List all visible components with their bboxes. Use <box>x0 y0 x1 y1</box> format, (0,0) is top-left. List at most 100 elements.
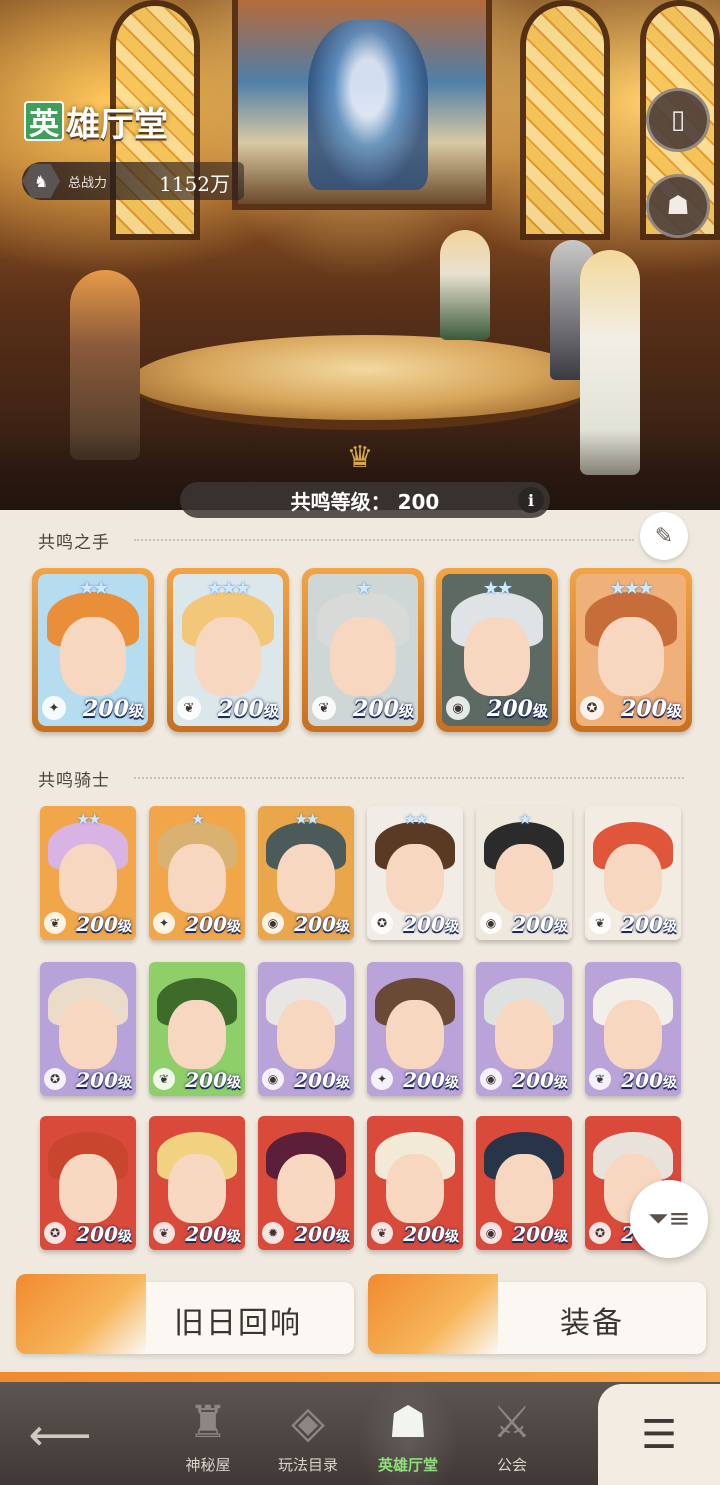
hero-card[interactable]: ★★ ◉ 200级 <box>436 568 558 732</box>
knight-card[interactable]: ◉ 200级 <box>476 1116 572 1250</box>
knight-card[interactable]: ★★ ❦ 200级 <box>40 806 136 940</box>
hero-face <box>495 843 553 914</box>
nav-item-gameplay-catalog[interactable]: ◈ 玩法目录 <box>258 1380 358 1485</box>
crossed-swords-icon: ⚔ <box>492 1396 532 1448</box>
class-icon: ◉ <box>262 1068 284 1090</box>
power-label: 总战力 <box>68 176 108 191</box>
back-button[interactable]: ⟵ <box>20 1402 100 1468</box>
hero-level: 200级 <box>294 912 350 936</box>
hero-level: 200级 <box>512 1068 568 1092</box>
hero-figure-bunny[interactable] <box>440 230 490 340</box>
knight-card[interactable]: ★ ◉ 200级 <box>476 806 572 940</box>
hero-portrait: ★★★ ❦ 200级 <box>173 574 283 726</box>
quill-button[interactable]: ✎ <box>640 512 688 560</box>
echo-art-icon <box>16 1274 146 1354</box>
filter-button[interactable]: ⏷≡ <box>630 1180 708 1258</box>
nav-item-hero-hall[interactable]: ☗ 英雄厅堂 <box>356 1380 460 1485</box>
hero-portrait: ★ ❦ 200级 <box>308 574 418 726</box>
level-unit: 级 <box>118 919 132 935</box>
level-unit: 级 <box>118 1075 132 1091</box>
nav-item-mystery-house[interactable]: ♜ 神秘屋 <box>158 1380 258 1485</box>
hero-face <box>195 616 261 696</box>
level-value: 200 <box>76 912 118 936</box>
resonance-level-text: 共鸣等级： 200 <box>290 489 440 514</box>
level-value: 200 <box>512 1222 554 1246</box>
knight-card[interactable]: ❦ 200级 <box>149 1116 245 1250</box>
star-rating: ★★ <box>78 578 109 599</box>
knight-card[interactable]: ✪ 200级 <box>40 962 136 1096</box>
class-icon: ◉ <box>480 1222 502 1244</box>
hero-card[interactable]: ★ ❦ 200级 <box>302 568 424 732</box>
old-echo-button[interactable]: 旧日回响 <box>16 1274 354 1354</box>
hero-face <box>277 843 335 914</box>
knight-card[interactable]: ★ ✦ 200级 <box>149 806 245 940</box>
star-rating: ★ <box>355 578 372 599</box>
knight-card[interactable]: ✦ 200级 <box>367 962 463 1096</box>
knight-card[interactable]: ❦ 200级 <box>367 1116 463 1250</box>
hero-level: 200级 <box>83 696 144 722</box>
level-value: 200 <box>403 1222 445 1246</box>
hero-face <box>386 999 444 1070</box>
hero-face <box>386 843 444 914</box>
catalog-icon: ◈ <box>291 1396 325 1448</box>
knight-card[interactable]: ❦ 200级 <box>585 806 681 940</box>
level-value: 200 <box>76 1222 118 1246</box>
hero-level: 200级 <box>512 912 568 936</box>
level-value: 200 <box>76 1068 118 1092</box>
hero-card[interactable]: ★★★ ✪ 200级 <box>570 568 692 732</box>
nav-item-guild[interactable]: ⚔ 公会 <box>462 1380 562 1485</box>
hero-card[interactable]: ★★★ ❦ 200级 <box>167 568 289 732</box>
level-value: 200 <box>185 912 227 936</box>
star-rating: ★★ <box>482 578 513 599</box>
hero-level: 200级 <box>353 696 414 722</box>
knight-card[interactable]: ◉ 200级 <box>476 962 572 1096</box>
hero-face <box>168 843 226 914</box>
hero-face <box>59 1153 117 1224</box>
hero-level: 200级 <box>76 1068 132 1092</box>
star-rating: ★★ <box>294 810 320 828</box>
level-unit: 级 <box>666 702 682 720</box>
hero-level: 200级 <box>403 912 459 936</box>
level-unit: 级 <box>336 919 350 935</box>
hero-face <box>59 843 117 914</box>
hero-face <box>168 999 226 1070</box>
class-icon: ✪ <box>580 696 604 720</box>
hero-card[interactable]: ★★ ✦ 200级 <box>32 568 154 732</box>
level-unit: 级 <box>663 919 677 935</box>
star-rating: ★ <box>191 810 204 828</box>
class-icon: ❦ <box>153 1222 175 1244</box>
book-button[interactable]: ▯ <box>646 88 710 152</box>
star-rating: ★ <box>518 810 531 828</box>
hero-level: 200级 <box>76 1222 132 1246</box>
knight-card[interactable]: ◉ 200级 <box>258 962 354 1096</box>
level-unit: 级 <box>128 702 144 720</box>
class-icon: ❦ <box>371 1222 393 1244</box>
level-value: 200 <box>487 696 533 722</box>
level-value: 200 <box>353 696 399 722</box>
knight-card[interactable]: ★★ ◉ 200级 <box>258 806 354 940</box>
level-value: 200 <box>512 1068 554 1092</box>
resonance-helmet-button[interactable]: ☗ <box>646 174 710 238</box>
level-unit: 级 <box>336 1229 350 1245</box>
equipment-button[interactable]: 装备 <box>368 1274 706 1354</box>
menu-button[interactable]: ☰ <box>598 1384 720 1485</box>
info-button[interactable]: i <box>518 487 544 513</box>
menu-list-icon: ☰ <box>641 1411 677 1458</box>
level-value: 200 <box>621 912 663 936</box>
resonance-level-bar: 共鸣等级： 200 i <box>180 482 550 518</box>
knight-card[interactable]: ✪ 200级 <box>40 1116 136 1250</box>
old-echo-label: 旧日回响 <box>174 1306 302 1341</box>
knight-card[interactable]: ❦ 200级 <box>149 962 245 1096</box>
knight-card[interactable]: ★★ ✪ 200级 <box>367 806 463 940</box>
class-icon: ✦ <box>371 1068 393 1090</box>
class-icon: ✪ <box>371 912 393 934</box>
title-badge: 英 <box>24 101 64 142</box>
power-icon: ♞ <box>22 163 60 199</box>
knight-card[interactable]: ❦ 200级 <box>585 962 681 1096</box>
hall-scene <box>0 0 720 510</box>
class-icon: ✪ <box>589 1222 611 1244</box>
hero-face <box>464 616 530 696</box>
hero-face <box>277 1153 335 1224</box>
knight-card[interactable]: ✹ 200级 <box>258 1116 354 1250</box>
star-rating: ★★ <box>403 810 429 828</box>
